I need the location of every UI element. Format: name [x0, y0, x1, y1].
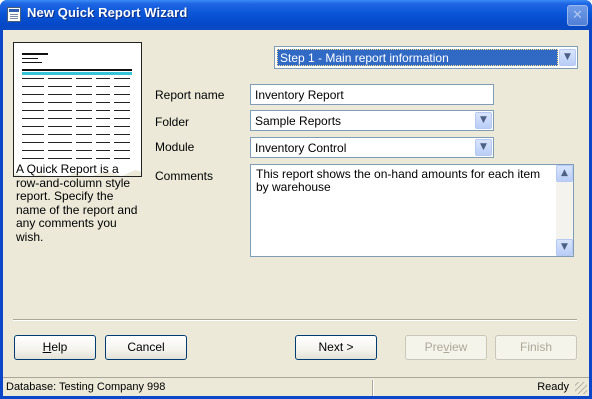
- scroll-down-button[interactable]: ▼: [556, 239, 573, 256]
- close-button[interactable]: ✕: [567, 5, 588, 26]
- dialog-body: A Quick Report is a row-and-column style…: [3, 30, 589, 396]
- report-preview-image: [13, 42, 142, 177]
- button-separator: [13, 319, 577, 321]
- status-state: Ready: [537, 381, 569, 393]
- report-name-label: Report name: [155, 88, 225, 102]
- wizard-window: New Quick Report Wizard ✕ A Quick Report…: [0, 0, 592, 399]
- comments-textarea[interactable]: This report shows the on-hand amounts fo…: [250, 164, 574, 257]
- window-title: New Quick Report Wizard: [27, 5, 188, 20]
- comments-scrollbar[interactable]: ▲ ▼: [556, 165, 573, 256]
- comments-text: This report shows the on-hand amounts fo…: [256, 167, 541, 194]
- folder-select-value: Sample Reports: [255, 114, 342, 128]
- status-database: Database: Testing Company 998: [6, 381, 166, 393]
- close-icon: ✕: [572, 8, 583, 23]
- preview-button[interactable]: Preview: [405, 335, 487, 360]
- chevron-down-icon: ▼: [564, 52, 571, 62]
- chevron-down-icon: ▼: [561, 242, 568, 252]
- module-select-value: Inventory Control: [255, 141, 347, 155]
- step-select[interactable]: Step 1 - Main report information ▼: [274, 46, 578, 69]
- chevron-down-icon: ▼: [480, 142, 487, 152]
- wizard-description: A Quick Report is a row-and-column style…: [16, 162, 138, 244]
- status-bar: Database: Testing Company 998 Ready: [3, 377, 589, 396]
- finish-button[interactable]: Finish: [495, 335, 577, 360]
- module-label: Module: [155, 140, 195, 154]
- report-name-input[interactable]: Inventory Report: [250, 84, 494, 105]
- resize-grip-icon[interactable]: [575, 382, 587, 394]
- step-dropdown-button[interactable]: ▼: [559, 49, 576, 66]
- folder-label: Folder: [155, 115, 190, 129]
- chevron-up-icon: ▲: [561, 168, 568, 178]
- step-select-value: Step 1 - Main report information: [277, 49, 558, 66]
- report-icon: [7, 7, 21, 22]
- help-button[interactable]: Help: [14, 335, 96, 360]
- scroll-up-button[interactable]: ▲: [556, 165, 573, 182]
- folder-dropdown-button[interactable]: ▼: [475, 112, 492, 129]
- module-select[interactable]: Inventory Control ▼: [250, 137, 494, 158]
- cancel-button[interactable]: Cancel: [105, 335, 187, 360]
- chevron-down-icon: ▼: [480, 115, 487, 125]
- module-dropdown-button[interactable]: ▼: [475, 139, 492, 156]
- status-divider: [372, 380, 374, 396]
- folder-select[interactable]: Sample Reports ▼: [250, 110, 494, 131]
- next-button[interactable]: Next >: [295, 335, 377, 360]
- comments-label: Comments: [155, 169, 214, 183]
- title-bar[interactable]: New Quick Report Wizard ✕: [0, 0, 592, 30]
